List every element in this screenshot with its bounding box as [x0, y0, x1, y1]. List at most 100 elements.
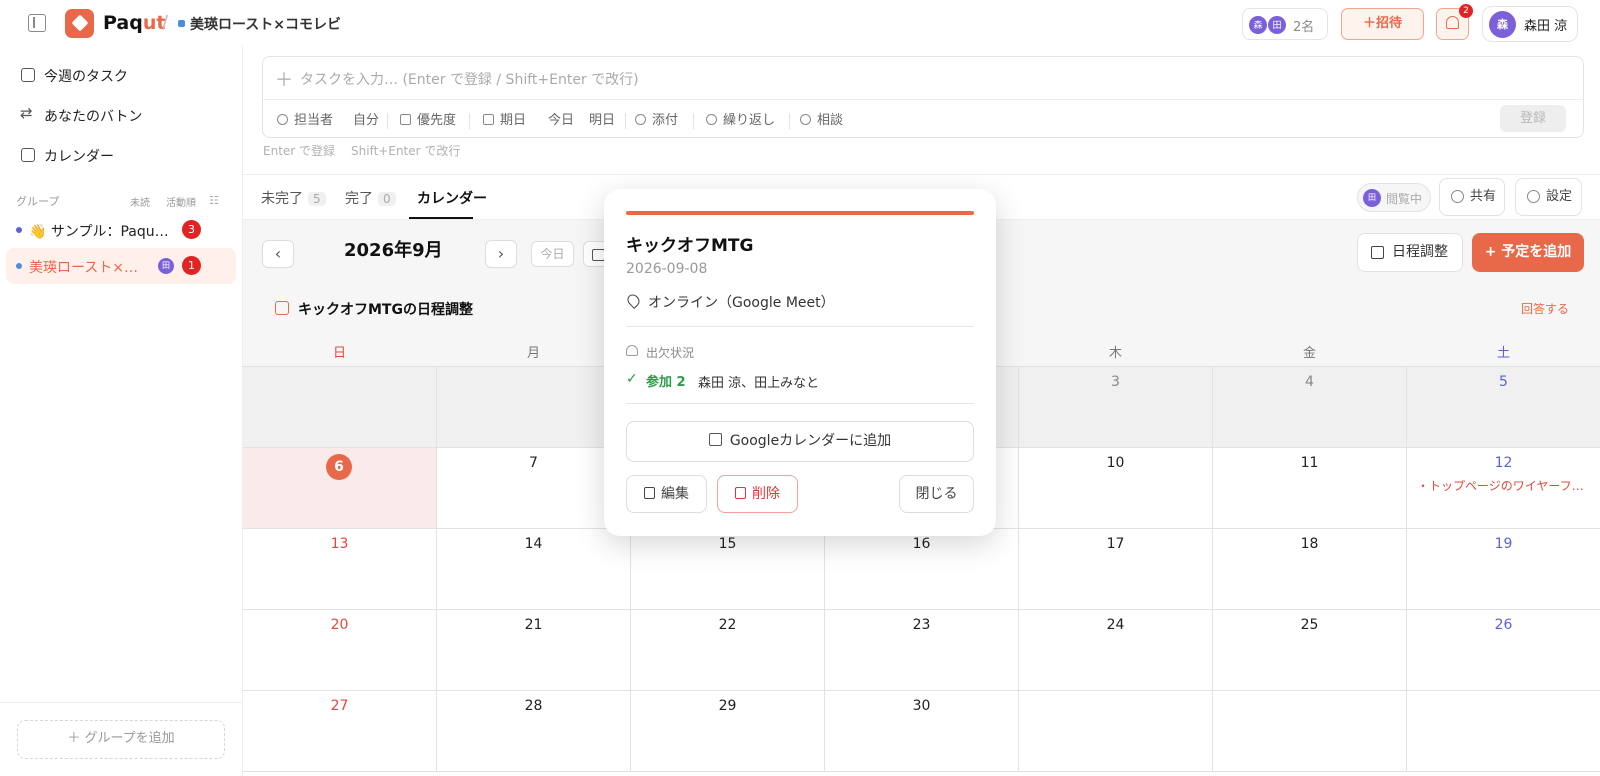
- member-avatar: 田: [1267, 15, 1287, 35]
- edit-button[interactable]: 編集: [626, 475, 707, 513]
- assignee-self[interactable]: 自分: [353, 109, 379, 128]
- assignee-chip[interactable]: 担当者: [277, 109, 333, 128]
- calendar-day-cell[interactable]: 25: [1213, 610, 1407, 691]
- calendar-day-cell[interactable]: 23: [825, 610, 1019, 691]
- calendar-day-cell[interactable]: 17: [1019, 529, 1213, 610]
- due-today[interactable]: 今日: [548, 109, 574, 128]
- calendar-day-cell[interactable]: 10: [1019, 448, 1213, 529]
- tab-calendar[interactable]: カレンダー: [417, 188, 487, 208]
- calendar-day-cell[interactable]: 19: [1407, 529, 1600, 610]
- sort-active[interactable]: 活動順: [166, 194, 196, 209]
- day-number: 14: [524, 536, 543, 552]
- calendar-day-cell[interactable]: 27: [243, 691, 437, 772]
- calendar-day-cell[interactable]: 30: [825, 691, 1019, 772]
- event-date: 2026-09-08: [626, 261, 708, 277]
- tab-incomplete[interactable]: 未完了 5: [261, 188, 326, 208]
- sidebar-item-calendar[interactable]: カレンダー: [18, 144, 218, 168]
- repeat-chip[interactable]: 繰り返し: [706, 109, 775, 128]
- attending-count: 参加 2: [646, 375, 686, 390]
- calendar-clock-icon: [1371, 246, 1384, 259]
- calendar-plus-icon: [708, 433, 722, 446]
- day-number: 17: [1106, 536, 1125, 552]
- share-icon: [1451, 190, 1464, 203]
- weekday-header: 土: [1496, 346, 1510, 361]
- calendar-day-cell[interactable]: [243, 367, 437, 448]
- user-name: 森田 涼: [1524, 19, 1568, 34]
- settings-button[interactable]: 設定: [1515, 178, 1582, 216]
- event-popover: キックオフMTG 2026-09-08 オンライン（Google Meet） 出…: [604, 189, 996, 536]
- task-input-box[interactable]: ＋ タスクを入力… (Enter で登録 / Shift+Enter で改行) …: [262, 56, 1584, 138]
- answer-link[interactable]: 回答する: [1521, 300, 1569, 317]
- event-location: オンライン（Google Meet）: [625, 292, 835, 312]
- calendar-day-cell[interactable]: 3: [1019, 367, 1213, 448]
- sort-unread[interactable]: 未読: [130, 194, 150, 209]
- due-tomorrow[interactable]: 明日: [589, 109, 615, 128]
- member-avatar: 田: [158, 258, 174, 274]
- prev-month-button[interactable]: ‹: [262, 240, 294, 268]
- calendar-day-cell[interactable]: [1213, 691, 1407, 772]
- members-button[interactable]: 森 田 2名: [1242, 8, 1328, 40]
- calendar-day-cell[interactable]: 15: [631, 529, 825, 610]
- close-button[interactable]: 閉じる: [899, 475, 974, 513]
- schedule-adjust-button[interactable]: 日程調整: [1357, 233, 1463, 272]
- calendar-day-cell[interactable]: 14: [437, 529, 631, 610]
- calendar-day-cell[interactable]: 13: [243, 529, 437, 610]
- calendar-day-cell[interactable]: 4: [1213, 367, 1407, 448]
- viewing-label: 閲覧中: [1386, 192, 1423, 206]
- calendar-day-cell[interactable]: 28: [437, 691, 631, 772]
- calendar-day-cell[interactable]: 12 ・トップページのワイヤーフレーム作成: [1407, 448, 1600, 529]
- list-menu-icon[interactable]: ☷: [209, 194, 219, 207]
- plus-icon: ＋: [275, 70, 293, 91]
- attach-chip[interactable]: 添付: [635, 109, 678, 128]
- add-to-google-calendar-button[interactable]: Googleカレンダーに追加: [626, 421, 974, 462]
- breadcrumb-group[interactable]: 美瑛ロースト×コモレビ: [190, 14, 341, 34]
- sidebar-item-group-sample[interactable]: 👋 サンプル：Paqut の使い方 3: [6, 212, 236, 248]
- calendar-day-cell[interactable]: 11: [1213, 448, 1407, 529]
- day-number: 23: [912, 617, 931, 633]
- notifications-button[interactable]: 2: [1436, 4, 1473, 40]
- calendar-day-cell[interactable]: 24: [1019, 610, 1213, 691]
- sidebar-item-label: あなたのバトン: [44, 109, 143, 125]
- calendar-day-cell[interactable]: 29: [631, 691, 825, 772]
- brand-name: Paqut: [103, 12, 165, 34]
- tab-done[interactable]: 完了 0: [345, 188, 396, 208]
- add-group-button[interactable]: ＋ グループを追加: [17, 720, 225, 759]
- day-number: 13: [330, 536, 349, 552]
- today-button[interactable]: 今日: [531, 241, 574, 267]
- delete-button[interactable]: 削除: [717, 475, 798, 513]
- sidebar-item-group-biei[interactable]: 美瑛ロースト×コモレビ 田 1: [6, 248, 236, 284]
- calendar-day-cell[interactable]: [1019, 691, 1213, 772]
- calendar-day-cell[interactable]: 16: [825, 529, 1019, 610]
- calendar-day-cell[interactable]: 5: [1407, 367, 1600, 448]
- add-event-button[interactable]: + 予定を追加: [1472, 233, 1584, 272]
- sidebar-item-baton[interactable]: あなたのバトン: [18, 104, 218, 128]
- calendar-day-cell[interactable]: 20: [243, 610, 437, 691]
- day-number: 24: [1106, 617, 1125, 633]
- calendar-day-cell[interactable]: 6: [243, 448, 437, 529]
- sidebar-item-weekly-tasks[interactable]: 今週のタスク: [18, 64, 218, 88]
- calendar-day-cell[interactable]: 22: [631, 610, 825, 691]
- calendar-day-cell[interactable]: 21: [437, 610, 631, 691]
- day-number: 18: [1300, 536, 1319, 552]
- sidebar: 今週のタスク あなたのバトン カレンダー グループ 未読 活動順 ☷ 👋 サンプ…: [0, 46, 243, 776]
- calendar-event[interactable]: ・トップページのワイヤーフレーム作成: [1417, 477, 1593, 494]
- calendar-icon: [21, 148, 35, 162]
- task-input[interactable]: タスクを入力… (Enter で登録 / Shift+Enter で改行): [300, 69, 639, 89]
- invite-button[interactable]: ＋招待: [1341, 8, 1424, 40]
- next-month-button[interactable]: ›: [485, 240, 517, 268]
- calendar-day-cell[interactable]: [1407, 691, 1600, 772]
- calendar-day-cell[interactable]: 7: [437, 448, 631, 529]
- consult-chip[interactable]: 相談: [800, 109, 843, 128]
- avatar: 森: [1489, 11, 1516, 38]
- user-menu[interactable]: 森 森田 涼: [1482, 6, 1578, 42]
- paperclip-icon: [635, 114, 646, 125]
- paqut-logo-icon[interactable]: [65, 9, 94, 38]
- calendar-day-cell[interactable]: 18: [1213, 529, 1407, 610]
- priority-chip[interactable]: 優先度: [400, 109, 456, 128]
- share-button[interactable]: 共有: [1439, 178, 1505, 216]
- calendar-day-cell[interactable]: [437, 367, 631, 448]
- submit-task-button[interactable]: 登録: [1500, 105, 1566, 132]
- due-chip[interactable]: 期日: [483, 109, 526, 128]
- sidebar-toggle-icon[interactable]: [28, 14, 46, 32]
- calendar-day-cell[interactable]: 26: [1407, 610, 1600, 691]
